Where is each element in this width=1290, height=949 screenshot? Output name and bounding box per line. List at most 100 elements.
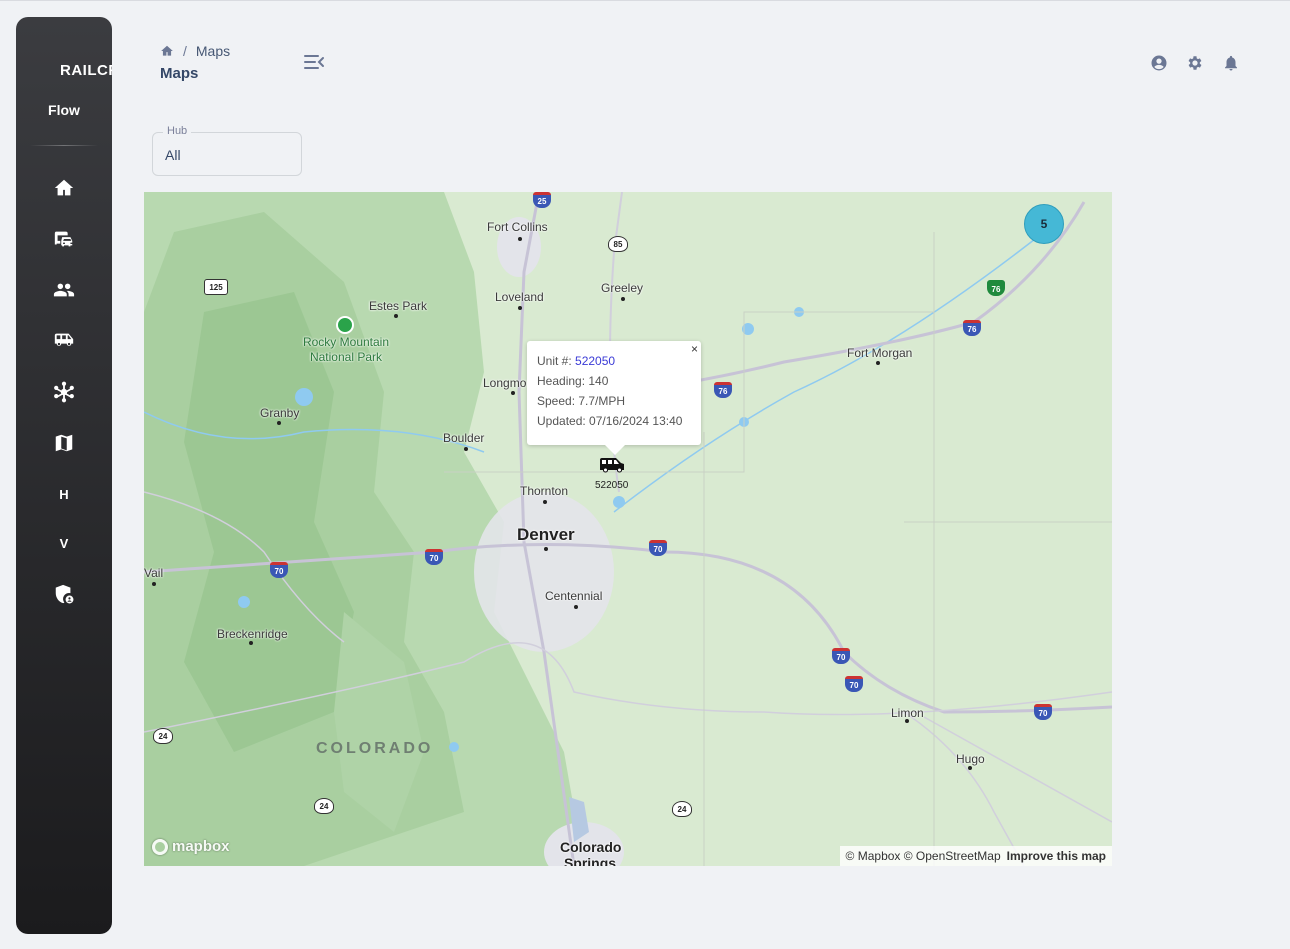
city-label-estes-park: Estes Park <box>369 299 428 313</box>
highway-shield-i70: 70 <box>1034 704 1052 720</box>
sidebar-item-vehicles[interactable] <box>16 222 112 256</box>
state-label: COLORADO <box>316 740 434 757</box>
notifications-button[interactable] <box>1222 54 1240 72</box>
highway-shield-i70: 70 <box>270 562 288 578</box>
attribution-text[interactable]: © Mapbox © OpenStreetMap <box>846 849 1001 863</box>
network-icon <box>54 381 74 403</box>
menu-collapse-icon <box>304 55 324 69</box>
popup-unit-row: Unit #: 522050 <box>537 351 691 371</box>
settings-button[interactable] <box>1186 54 1204 72</box>
breadcrumb-current: Maps <box>195 43 231 59</box>
city-dot <box>905 719 909 723</box>
city-label-denver: Denver <box>517 525 575 544</box>
popup-speed: Speed: 7.7/MPH <box>537 394 626 408</box>
sidebar-item-maps[interactable] <box>16 426 112 460</box>
city-label-loveland: Loveland <box>495 290 544 304</box>
account-button[interactable] <box>1150 54 1168 72</box>
sidebar-item-fleet[interactable] <box>16 323 112 357</box>
sidebar-item-network[interactable] <box>16 375 112 409</box>
account-circle-icon <box>1151 55 1167 71</box>
hub-select-label: Hub <box>163 125 192 137</box>
highway-shield-us24: 24 <box>672 801 692 817</box>
city-dot <box>543 500 547 504</box>
popup-unit-label: Unit #: <box>537 354 572 368</box>
city-label-vail: Vail <box>144 566 164 580</box>
highway-shield-i25: 25 <box>533 192 551 208</box>
popup-close-button[interactable]: × <box>691 341 698 357</box>
sidebar-item-v-label: V <box>59 535 69 551</box>
popup-updated: Updated: 07/16/2024 13:40 <box>537 414 683 428</box>
hub-select[interactable]: Hub All <box>152 125 302 176</box>
sidebar-item-admin[interactable] <box>16 577 112 611</box>
city-label-granby: Granby <box>260 406 300 420</box>
sidebar-item-h-label: H <box>59 486 69 502</box>
sidebar-item-home[interactable] <box>16 171 112 205</box>
mapbox-logo[interactable]: mapbox <box>152 838 230 855</box>
marker-cluster[interactable]: 5 <box>1024 204 1064 244</box>
city-label-thornton: Thornton <box>520 484 569 498</box>
breadcrumb-separator: / <box>183 43 187 59</box>
highway-shield-us24: 24 <box>153 728 173 744</box>
gear-icon <box>1188 56 1202 70</box>
sidebar-item-v[interactable]: V <box>16 526 112 560</box>
van-icon <box>54 333 74 346</box>
popup-unit-link[interactable]: 522050 <box>575 354 615 368</box>
city-label-limon: Limon <box>891 706 924 720</box>
city-dot <box>394 314 398 318</box>
bell-icon <box>1225 55 1237 71</box>
city-label-centennial: Centennial <box>545 589 603 603</box>
highway-shield-i76: 76 <box>714 382 732 398</box>
city-dot <box>876 361 880 365</box>
city-label-hugo: Hugo <box>956 752 985 766</box>
city-dot <box>511 391 515 395</box>
map-canvas[interactable]: Fort Collins Loveland Greeley Estes Park… <box>144 192 1112 866</box>
brand-name: RAILCREW <box>60 62 112 79</box>
sidebar-toggle-button[interactable] <box>303 52 325 72</box>
sidebar-divider <box>30 145 98 146</box>
park-icon <box>336 316 354 334</box>
city-label-fort-morgan: Fort Morgan <box>847 346 913 360</box>
sidebar: RAILCREW Flow H V <box>16 17 112 934</box>
popup-heading: Heading: 140 <box>537 374 609 388</box>
city-label-boulder: Boulder <box>443 431 485 445</box>
city-dot <box>544 547 548 551</box>
breadcrumb: / Maps <box>160 43 230 59</box>
highway-shield-us85: 85 <box>608 236 628 252</box>
van-icon <box>600 458 624 473</box>
shield-user-icon <box>55 584 74 604</box>
city-dot <box>621 297 625 301</box>
highway-shield-i70: 70 <box>845 676 863 692</box>
city-dot <box>518 306 522 310</box>
city-dot <box>574 605 578 609</box>
city-dot <box>152 582 156 586</box>
city-label-breckenridge: Breckenridge <box>217 627 288 641</box>
highway-shield-us24: 24 <box>314 798 334 814</box>
city-label-fort-collins: Fort Collins <box>487 220 548 234</box>
city-dot <box>968 766 972 770</box>
page-title: Maps <box>160 65 199 82</box>
home-icon <box>54 179 74 196</box>
city-label-colorado-springs: Colorado Springs <box>560 839 622 866</box>
sidebar-item-h[interactable]: H <box>16 477 112 511</box>
header-actions <box>1150 54 1240 72</box>
highway-shield-i76: 76 <box>963 320 981 336</box>
map-icon <box>55 434 73 452</box>
people-icon <box>53 283 75 297</box>
vehicle-marker-label: 522050 <box>595 480 629 491</box>
hub-select-value: All <box>165 147 181 163</box>
city-dot <box>277 421 281 425</box>
highway-shield-i70: 70 <box>832 648 850 664</box>
highway-shield-i70: 70 <box>425 549 443 565</box>
vehicle-marker[interactable] <box>599 457 625 473</box>
improve-map-link[interactable]: Improve this map <box>1007 849 1106 863</box>
highway-shield-125: 125 <box>204 279 228 295</box>
highway-shield-i76: 76 <box>987 280 1005 296</box>
park-label: Rocky Mountain National Park <box>302 335 390 364</box>
vehicle-popup: × Unit #: 522050 Heading: 140 Speed: 7.7… <box>527 341 701 455</box>
map-attribution: © Mapbox © OpenStreetMap Improve this ma… <box>839 846 1112 866</box>
city-label-greeley: Greeley <box>601 281 644 295</box>
sidebar-item-people[interactable] <box>16 273 112 307</box>
breadcrumb-home-icon[interactable] <box>160 44 174 58</box>
highway-shield-i70: 70 <box>649 540 667 556</box>
city-dot <box>464 447 468 451</box>
